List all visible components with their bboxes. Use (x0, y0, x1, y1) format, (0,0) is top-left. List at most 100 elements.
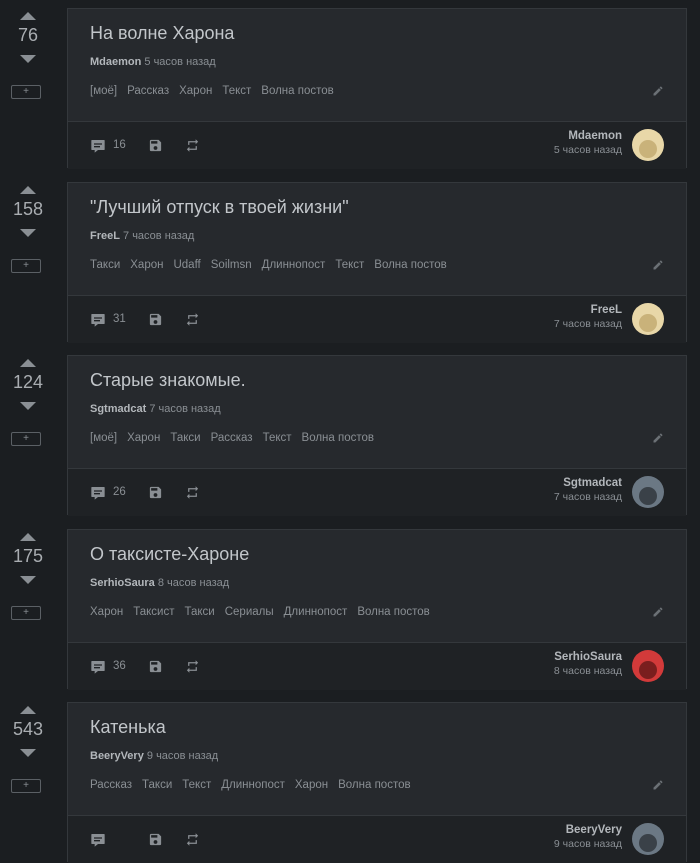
edit-pencil-icon[interactable] (652, 85, 664, 97)
comments-icon[interactable] (90, 832, 106, 848)
add-to-saved-button[interactable]: + (11, 779, 41, 793)
footer-author-name[interactable]: Mdaemon (554, 130, 622, 142)
downvote-arrow-icon[interactable] (20, 55, 36, 63)
footer-author-name[interactable]: Sgtmadcat (554, 477, 622, 489)
add-to-saved-button[interactable]: + (11, 432, 41, 446)
story-title[interactable]: На волне Харона (90, 23, 234, 44)
tag-link[interactable]: Волна постов (302, 432, 374, 444)
tag-link[interactable]: Текст (182, 779, 211, 791)
author-avatar[interactable] (632, 823, 664, 855)
tag-link[interactable]: Такси (170, 432, 200, 444)
story-footer: 31 FreeL 7 часов назад (68, 295, 686, 343)
story-footer: 36 SerhioSaura 8 часов назад (68, 642, 686, 690)
story-author-link[interactable]: Mdaemon (90, 56, 141, 68)
tag-link[interactable]: Сериалы (225, 606, 274, 618)
footer-author-block: FreeL 7 часов назад (554, 304, 622, 330)
tag-link[interactable]: Таксист (133, 606, 174, 618)
author-avatar[interactable] (632, 476, 664, 508)
tag-link[interactable]: Текст (222, 85, 251, 97)
tag-link[interactable]: Рассказ (211, 432, 253, 444)
upvote-arrow-icon[interactable] (20, 706, 36, 714)
add-to-saved-button[interactable]: + (11, 259, 41, 273)
add-to-saved-button[interactable]: + (11, 85, 41, 99)
save-icon[interactable] (148, 138, 163, 153)
story-title[interactable]: Старые знакомые. (90, 370, 246, 391)
upvote-arrow-icon[interactable] (20, 533, 36, 541)
edit-pencil-icon[interactable] (652, 259, 664, 271)
story-meta: Mdaemon 5 часов назад (90, 56, 216, 68)
save-icon[interactable] (148, 485, 163, 500)
tag-link[interactable]: Волна постов (261, 85, 333, 97)
share-icon[interactable] (184, 312, 201, 327)
story-author-link[interactable]: Sgtmadcat (90, 403, 146, 415)
tag-link[interactable]: Рассказ (127, 85, 169, 97)
tag-link[interactable]: Длиннопост (262, 259, 326, 271)
tag-link[interactable]: [моё] (90, 85, 117, 97)
add-to-saved-button[interactable]: + (11, 606, 41, 620)
upvote-arrow-icon[interactable] (20, 12, 36, 20)
footer-author-time: 8 часов назад (553, 665, 622, 677)
tag-link[interactable]: Рассказ (90, 779, 132, 791)
tag-link[interactable]: Текст (263, 432, 292, 444)
tag-list: Рассказ Такси Текст Длиннопост Харон Волна по… (90, 779, 421, 791)
edit-pencil-icon[interactable] (652, 779, 664, 791)
story-author-link[interactable]: SerhioSaura (90, 577, 155, 589)
downvote-arrow-icon[interactable] (20, 229, 36, 237)
tag-link[interactable]: Харон (295, 779, 328, 791)
footer-author-time: 9 часов назад (553, 838, 622, 850)
save-icon[interactable] (148, 312, 163, 327)
comment-count[interactable]: 31 (113, 313, 126, 325)
comments-icon[interactable] (90, 485, 106, 501)
footer-author-name[interactable]: SerhioSaura (554, 651, 622, 663)
edit-pencil-icon[interactable] (652, 606, 664, 618)
tag-link[interactable]: Харон (179, 85, 212, 97)
story-title[interactable]: "Лучший отпуск в твоей жизни" (90, 197, 349, 218)
save-icon[interactable] (148, 832, 163, 847)
author-avatar[interactable] (632, 650, 664, 682)
story-author-link[interactable]: FreeL (90, 230, 120, 242)
downvote-arrow-icon[interactable] (20, 576, 36, 584)
share-icon[interactable] (184, 485, 201, 500)
upvote-arrow-icon[interactable] (20, 359, 36, 367)
tag-link[interactable]: Харон (90, 606, 123, 618)
tag-link[interactable]: Текст (335, 259, 364, 271)
tag-link[interactable]: Харон (127, 432, 160, 444)
story-author-link[interactable]: BeeryVery (90, 750, 144, 762)
tag-link[interactable]: Харон (130, 259, 163, 271)
tag-link[interactable]: Soilmsn (211, 259, 252, 271)
edit-pencil-icon[interactable] (652, 432, 664, 444)
upvote-arrow-icon[interactable] (20, 186, 36, 194)
tag-link[interactable]: Волна постов (357, 606, 429, 618)
tag-link[interactable]: Udaff (173, 259, 200, 271)
story-footer: 16 Mdaemon 5 часов назад (68, 121, 686, 169)
share-icon[interactable] (184, 832, 201, 847)
author-avatar[interactable] (632, 303, 664, 335)
tag-link[interactable]: Волна постов (338, 779, 410, 791)
tag-link[interactable]: [моё] (90, 432, 117, 444)
save-icon[interactable] (148, 659, 163, 674)
tag-link[interactable]: Волна постов (374, 259, 446, 271)
story-title[interactable]: Катенька (90, 717, 166, 738)
story-title[interactable]: О таксисте-Хароне (90, 544, 249, 565)
comments-icon[interactable] (90, 138, 106, 154)
tag-link[interactable]: Длиннопост (221, 779, 285, 791)
share-icon[interactable] (184, 138, 201, 153)
footer-author-name[interactable]: FreeL (554, 304, 622, 316)
tag-link[interactable]: Такси (142, 779, 172, 791)
comment-count[interactable]: 26 (113, 486, 126, 498)
share-icon[interactable] (184, 659, 201, 674)
comment-count[interactable]: 36 (113, 660, 126, 672)
downvote-arrow-icon[interactable] (20, 749, 36, 757)
downvote-arrow-icon[interactable] (20, 402, 36, 410)
tag-link[interactable]: Такси (90, 259, 120, 271)
footer-author-name[interactable]: BeeryVery (554, 824, 622, 836)
rating-block: 175 + (0, 529, 56, 689)
author-avatar[interactable] (632, 129, 664, 161)
tag-link[interactable]: Длиннопост (284, 606, 348, 618)
story-meta: SerhioSaura 8 часов назад (90, 577, 229, 589)
story-time: 7 часов назад (149, 403, 221, 415)
comments-icon[interactable] (90, 312, 106, 328)
comment-count[interactable]: 16 (113, 139, 126, 151)
comments-icon[interactable] (90, 659, 106, 675)
tag-link[interactable]: Такси (184, 606, 214, 618)
